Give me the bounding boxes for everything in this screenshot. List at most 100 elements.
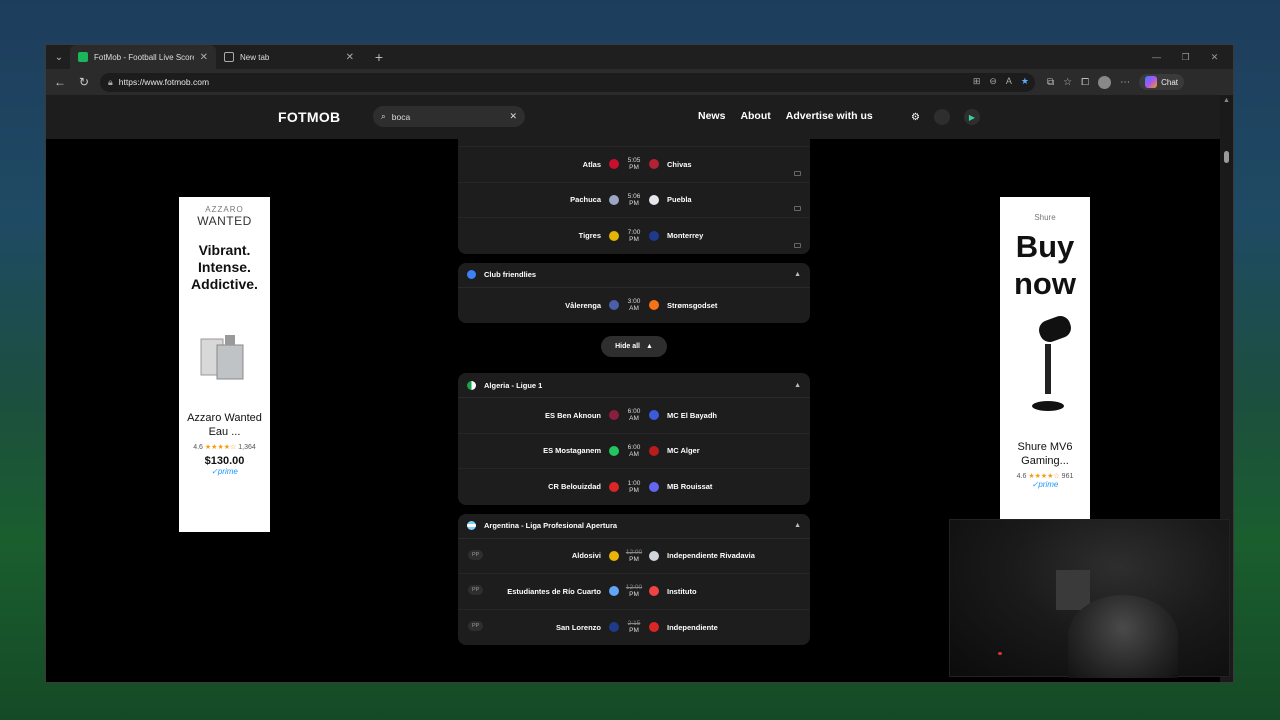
app-install-icon[interactable]: ⊞ [973,76,981,87]
stromsgodset-crest-icon [649,300,659,311]
puebla-crest-icon [649,194,659,205]
ad-brand: Shure [1034,213,1056,222]
kickoff-time: 2:15 PM [621,620,647,634]
google-play-icon[interactable]: ▶ [963,109,980,125]
ad-left-azzaro[interactable]: AZZARO WANTED Vibrant. Intense. Addictiv… [179,197,270,532]
league-name: Algeria - Ligue 1 [484,380,543,390]
time-value: 12:00 [625,584,643,592]
tab-bar: ⌄ FotMob - Football Live Scores ✕ New ta… [46,45,1233,69]
tab-title: FotMob - Football Live Scores [94,52,194,62]
hide-all-label: Hide all [615,343,640,350]
scrollbar-thumb[interactable] [1224,151,1229,163]
match-row-partial[interactable] [458,131,810,147]
copilot-chat-button[interactable]: Chat [1139,74,1185,90]
tv-icon [794,170,801,176]
tv-icon [794,206,801,211]
monterrey-crest-icon [649,230,659,241]
match-row[interactable]: ES Ben Aknoun 6:00 AM MC El Bayadh [458,398,810,434]
copilot-icon [1145,76,1158,88]
league-header[interactable]: Algeria - Ligue 1 ▲ [458,373,810,398]
collections-icon[interactable]: ⧠ [1081,77,1089,88]
ad-rating: 4.6 ★★★★☆ 1,364 [179,443,270,451]
match-row[interactable]: Atlas 5:05 PM Chivas [458,147,810,183]
favorite-star-icon[interactable]: ★ [1021,76,1029,87]
new-tab-favicon-icon [224,52,234,62]
tab-list-chevron-icon[interactable]: ⌄ [48,46,70,68]
match-row[interactable]: PP San Lorenzo 2:15 PM Independiente [458,610,810,646]
postponed-badge: PP [468,620,484,631]
scroll-up-arrow-icon[interactable]: ▲ [1220,97,1233,104]
tab-close-icon[interactable]: ✕ [200,52,208,63]
address-bar[interactable]: 🔒︎ https://www.fotmob.com ⊞ ⊖ A ★ [100,72,1035,92]
time-value: 1:00 [627,479,641,487]
zoom-icon[interactable]: ⊖ [989,76,997,87]
time-ampm: PM [629,555,639,563]
back-arrow-icon[interactable]: ← [52,75,68,89]
league-header[interactable]: Club friendlies ▲ [458,263,810,288]
hide-all-button[interactable]: Hide all ▲ [601,336,667,357]
search-box[interactable]: ⌕ ✕ [373,106,525,127]
ad-headline-line: Addictive. [191,276,258,292]
main-nav: News About Advertise with us [698,110,873,122]
ad-price: $130.00 [204,455,245,467]
close-window-icon[interactable]: ✕ [1200,52,1229,63]
favorites-icon[interactable]: ☆ [1063,77,1072,88]
match-row[interactable]: PP Aldosivi 12:00 PM Independiente Rivada… [458,539,810,574]
kickoff-time: 12:00 PM [621,549,647,563]
collapse-chevron-icon[interactable]: ▲ [794,522,801,529]
url-text[interactable]: https://www.fotmob.com [119,77,209,87]
league-card-argentina-apertura: Argentina - Liga Profesional Apertura ▲ … [458,513,810,646]
match-row[interactable]: Tigres 7:00 PM Monterrey [458,218,810,254]
apple-app-icon[interactable] [933,109,950,125]
minimize-icon[interactable]: — [1142,52,1171,62]
nav-news-link[interactable]: News [698,110,725,122]
match-row[interactable]: CR Belouizdad 1:00 PM MB Rouissat [458,469,810,505]
ad-right-shure[interactable]: Shure Buy now Shure MV6 Gaming... 4.6 ★★… [1000,197,1090,532]
nav-advertise-link[interactable]: Advertise with us [786,110,873,122]
league-card-liga-mx: Atlas 5:05 PM Chivas Pachuca 5:06 PM Puebl… [458,131,810,254]
match-row[interactable]: ES Mostaganem 6:00 AM MC Alger [458,434,810,469]
home-team: Tigres [578,231,601,241]
split-screen-icon[interactable]: ⧉ [1047,77,1054,88]
settings-gear-icon[interactable]: ⚙ [911,112,920,123]
new-tab-plus-icon[interactable]: + [370,49,388,65]
header-icons: ⚙ ▶ [911,109,980,125]
tab-fotmob[interactable]: FotMob - Football Live Scores ✕ [70,45,216,69]
more-menu-icon[interactable]: ⋯ [1120,77,1130,88]
webcam-overlay [949,519,1230,678]
lock-icon[interactable]: 🔒︎ [108,77,113,88]
mb-rouissat-crest-icon [649,481,659,492]
kickoff-time: 12:00 PM [621,584,647,598]
match-row[interactable]: Pachuca 5:06 PM Puebla [458,183,810,218]
away-team: Independiente Rivadavia [667,551,755,561]
match-row[interactable]: Vålerenga 3:00 AM Strømsgodset [458,288,810,324]
collapse-chevron-icon[interactable]: ▲ [794,382,801,389]
collapse-chevron-icon[interactable]: ▲ [794,271,801,278]
clear-search-icon[interactable]: ✕ [509,111,517,122]
webcam-background-poster [1056,570,1090,610]
microphone-image [1015,316,1075,416]
time-value: 6:00 [627,443,641,451]
home-team: ES Mostaganem [543,446,601,456]
time-ampm: PM [629,199,639,207]
independiente-crest-icon [649,622,659,633]
profile-avatar-icon[interactable] [1098,75,1112,89]
fotmob-logo[interactable]: FOTMOB [278,109,340,125]
nav-about-link[interactable]: About [740,110,770,122]
league-header[interactable]: Argentina - Liga Profesional Apertura ▲ [458,514,810,539]
perfume-bottle-image [195,321,255,391]
tab-close-icon[interactable]: ✕ [346,52,354,63]
rating-stars-icon: ★★★★☆ [204,444,237,451]
restore-icon[interactable]: ❐ [1171,52,1200,63]
read-aloud-icon[interactable]: A [1006,76,1012,87]
match-row[interactable]: PP Estudiantes de Río Cuarto 12:00 PM Ins… [458,574,810,610]
ad-headline-line: Buy [1015,229,1075,264]
ad-headline-line: Vibrant. [198,242,251,258]
refresh-icon[interactable]: ↻ [76,75,92,89]
tigres-crest-icon [609,230,619,241]
kickoff-time: 5:05 PM [621,157,647,171]
away-team: MC El Bayadh [667,410,718,420]
prime-label: prime [217,467,238,476]
tab-new-tab[interactable]: New tab ✕ [216,45,362,69]
search-input[interactable] [391,111,492,122]
